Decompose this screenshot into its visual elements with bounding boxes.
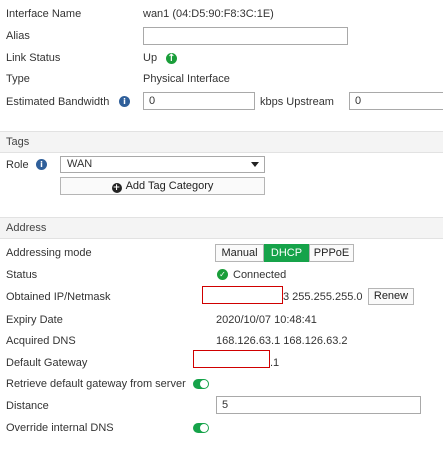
mode-dhcp-button[interactable]: DHCP xyxy=(264,244,309,262)
info-icon[interactable]: i xyxy=(36,159,47,170)
role-label: Role xyxy=(6,159,29,171)
role-select-value: WAN xyxy=(67,158,93,170)
tags-section-title: Tags xyxy=(6,136,30,148)
interface-name-value: wan1 (04:D5:90:F8:3C:1E) xyxy=(143,8,274,20)
renew-button[interactable]: Renew xyxy=(368,288,414,305)
type-value: Physical Interface xyxy=(143,73,230,85)
obtained-ip-value: 3 255.255.255.0 xyxy=(283,291,363,303)
retrieve-gateway-label: Retrieve default gateway from server xyxy=(6,378,186,390)
alias-input[interactable] xyxy=(143,27,348,45)
redaction-box xyxy=(202,286,283,304)
acquired-dns-value: 168.126.63.1 168.126.63.2 xyxy=(216,335,348,347)
mode-pppoe-button[interactable]: PPPoE xyxy=(309,244,354,262)
address-section-title: Address xyxy=(6,222,47,234)
address-section-header: Address xyxy=(0,217,443,239)
add-tag-category-button[interactable]: + Add Tag Category xyxy=(60,177,265,195)
plus-icon: + xyxy=(111,183,122,193)
mode-manual-button[interactable]: Manual xyxy=(215,244,264,262)
expiry-date-value: 2020/10/07 10:48:41 xyxy=(216,314,317,326)
expiry-date-label: Expiry Date xyxy=(6,314,63,326)
bandwidth-upstream-input[interactable] xyxy=(143,92,255,110)
default-gateway-label: Default Gateway xyxy=(6,357,88,369)
override-dns-label: Override internal DNS xyxy=(6,422,114,434)
distance-label: Distance xyxy=(6,400,49,412)
add-tag-category-label: Add Tag Category xyxy=(125,180,214,192)
obtained-ip-label: Obtained IP/Netmask xyxy=(6,291,111,303)
distance-input[interactable] xyxy=(216,396,421,414)
default-gateway-value: .1 xyxy=(270,357,280,369)
retrieve-gateway-toggle[interactable] xyxy=(193,379,209,389)
interface-name-label: Interface Name xyxy=(6,8,82,20)
bandwidth-downstream-input[interactable] xyxy=(349,92,443,110)
link-status-label: Link Status xyxy=(6,52,61,64)
addressing-mode-label: Addressing mode xyxy=(6,247,92,259)
acquired-dns-label: Acquired DNS xyxy=(6,335,76,347)
bandwidth-unit-label: kbps Upstream xyxy=(260,96,334,108)
status-value: Connected xyxy=(233,269,287,281)
alias-label: Alias xyxy=(6,30,30,42)
override-dns-toggle[interactable] xyxy=(193,423,209,433)
chevron-down-icon xyxy=(251,162,259,167)
check-icon: ✓ xyxy=(217,269,228,280)
link-up-icon: ↑ xyxy=(166,53,177,64)
status-label: Status xyxy=(6,269,38,281)
tags-section-header: Tags xyxy=(0,131,443,153)
bandwidth-label: Estimated Bandwidth xyxy=(6,96,110,108)
type-label: Type xyxy=(6,73,30,85)
redaction-box xyxy=(193,350,270,368)
link-status-value: Up xyxy=(143,52,158,64)
role-select[interactable]: WAN xyxy=(60,156,265,173)
info-icon[interactable]: i xyxy=(119,96,130,107)
